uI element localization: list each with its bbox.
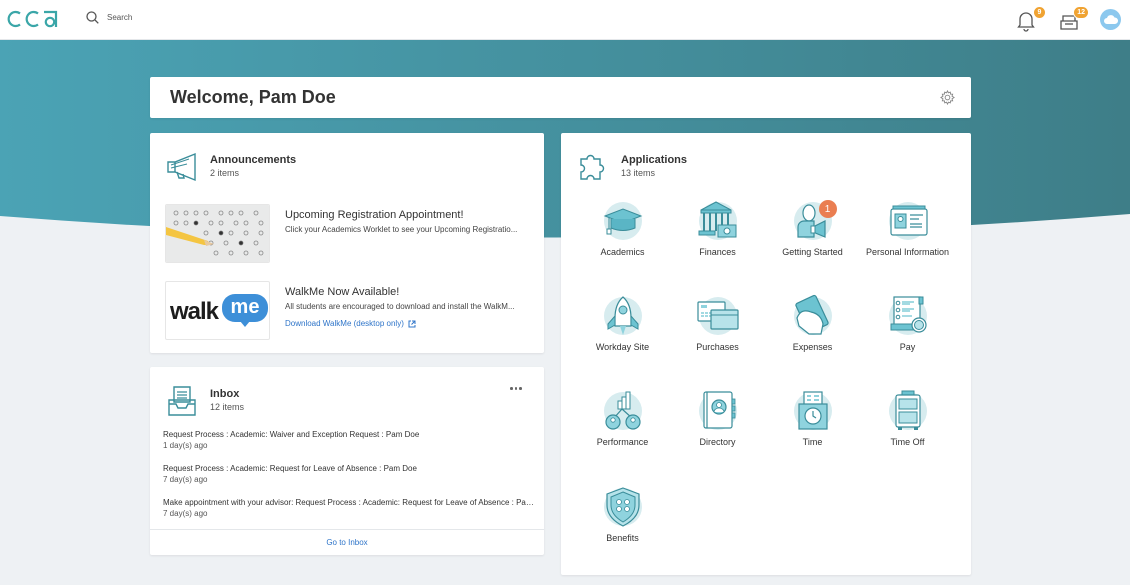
inbox-item-title[interactable]: Request Process : Academic: Request for … — [163, 464, 535, 473]
app-getting-started[interactable]: 1 Getting Started — [765, 199, 860, 258]
address-book-icon — [698, 391, 737, 430]
notifications-badge: 9 — [1033, 6, 1046, 19]
app-directory[interactable]: Directory — [670, 389, 765, 448]
announcements-title: Announcements — [210, 154, 297, 166]
inbox-title: Inbox — [210, 388, 240, 400]
app-label: Academics — [600, 247, 645, 257]
inbox-item[interactable]: Request Process : Academic: Waiver and E… — [163, 430, 535, 450]
inbox-count: 12 items — [210, 402, 245, 412]
welcome-card: Welcome, Pam Doe — [150, 77, 971, 118]
app-label: Time — [802, 437, 823, 447]
inbox-item-time: 7 day(s) ago — [163, 475, 208, 484]
search-input[interactable]: Search — [107, 13, 132, 22]
applications-title: Applications — [621, 154, 688, 166]
announcement-item[interactable]: Upcoming Registration Appointment! Click… — [165, 204, 535, 264]
announcement-item[interactable]: walk me WalkMe Now Available! All studen… — [165, 281, 535, 341]
app-label: Benefits — [606, 533, 639, 543]
app-performance[interactable]: Performance — [575, 389, 670, 448]
app-label: Performance — [596, 437, 649, 447]
app-personal-information[interactable]: Personal Information — [860, 199, 955, 258]
announcements-card: Announcements 2 items Upcoming Registrat… — [150, 133, 544, 353]
inbox-badge: 12 — [1073, 6, 1089, 19]
external-link-icon — [408, 320, 416, 327]
credit-cards-icon — [696, 297, 739, 335]
walkme-logo-text: walk — [170, 298, 219, 325]
megaphone-icon — [167, 152, 196, 182]
gear-icon[interactable] — [940, 90, 955, 105]
inbox-item[interactable]: Make appointment with your advisor: Requ… — [163, 498, 535, 518]
walkme-logo-tail — [240, 321, 250, 327]
top-nav-bar: Search 9 12 — [0, 0, 1130, 40]
app-label: Pay — [899, 342, 916, 352]
puzzle-piece-icon — [580, 154, 605, 180]
app-label: Expenses — [792, 342, 833, 352]
app-expenses[interactable]: Expenses — [765, 294, 860, 353]
app-label: Directory — [699, 437, 736, 447]
app-pay[interactable]: Pay — [860, 294, 955, 353]
announcements-count: 2 items — [210, 168, 240, 178]
app-workday-site[interactable]: Workday Site — [575, 294, 670, 353]
bank-icon — [698, 201, 737, 240]
page-title: Welcome, Pam Doe — [170, 87, 336, 107]
announcement-title[interactable]: Upcoming Registration Appointment! — [285, 209, 527, 221]
answer-sheet-thumbnail — [165, 204, 270, 263]
announcement-description: All students are encouraged to download … — [285, 302, 515, 311]
inbox-footer: Go to Inbox — [150, 529, 544, 555]
download-walkme-label[interactable]: Download WalkMe (desktop only) — [285, 319, 404, 328]
suitcase-icon — [888, 390, 927, 430]
announcement-description: Click your Academics Worklet to see your… — [285, 225, 518, 234]
announcement-title[interactable]: WalkMe Now Available! — [285, 286, 527, 298]
pay-slip-icon — [888, 296, 927, 335]
performance-chart-icon — [603, 391, 642, 430]
app-label: Time Off — [890, 437, 925, 447]
inbox-item-title[interactable]: Make appointment with your advisor: Requ… — [163, 498, 535, 507]
time-clock-icon — [793, 391, 832, 430]
app-label: Workday Site — [595, 342, 650, 352]
app-label: Personal Information — [865, 247, 950, 257]
app-label: Purchases — [696, 342, 739, 352]
graduation-cap-icon — [603, 202, 642, 240]
notifications-button[interactable]: 9 — [1016, 6, 1046, 32]
inbox-card: Inbox 12 items Request Process : Academi… — [150, 367, 544, 555]
app-finances[interactable]: Finances — [670, 199, 765, 258]
inbox-button[interactable]: 12 — [1059, 6, 1089, 32]
cloud-icon — [1103, 15, 1118, 24]
user-avatar[interactable] — [1100, 9, 1121, 30]
inbox-item-time: 7 day(s) ago — [163, 509, 208, 518]
cca-logo-icon — [7, 10, 58, 28]
app-academics[interactable]: Academics — [575, 199, 670, 258]
app-notification-badge: 1 — [818, 200, 837, 218]
app-benefits[interactable]: Benefits — [575, 485, 670, 544]
more-options-button[interactable] — [510, 387, 524, 393]
app-label: Finances — [699, 247, 736, 257]
applications-card: Applications 13 items Academics Finances… — [561, 133, 971, 575]
walkme-logo-bubble: me — [222, 294, 268, 322]
app-time[interactable]: Time — [765, 389, 860, 448]
rocket-icon — [603, 296, 642, 335]
inbox-item-title[interactable]: Request Process : Academic: Waiver and E… — [163, 430, 535, 439]
walkme-logo: walk me — [165, 281, 270, 340]
applications-count: 13 items — [621, 168, 656, 178]
inbox-item[interactable]: Request Process : Academic: Request for … — [163, 464, 535, 484]
hand-money-icon — [793, 294, 832, 335]
app-purchases[interactable]: Purchases — [670, 294, 765, 353]
inbox-tray-icon — [168, 386, 196, 416]
go-to-inbox-link[interactable]: Go to Inbox — [326, 538, 367, 547]
search-icon — [86, 11, 99, 24]
shield-icon — [603, 487, 642, 527]
inbox-item-time: 1 day(s) ago — [163, 441, 208, 450]
app-label: Getting Started — [782, 247, 843, 257]
download-walkme-link[interactable]: Download WalkMe (desktop only) — [285, 319, 416, 328]
id-card-icon — [888, 202, 928, 240]
cca-logo[interactable] — [7, 9, 59, 29]
search-box[interactable]: Search — [86, 11, 132, 24]
app-time-off[interactable]: Time Off — [860, 389, 955, 448]
